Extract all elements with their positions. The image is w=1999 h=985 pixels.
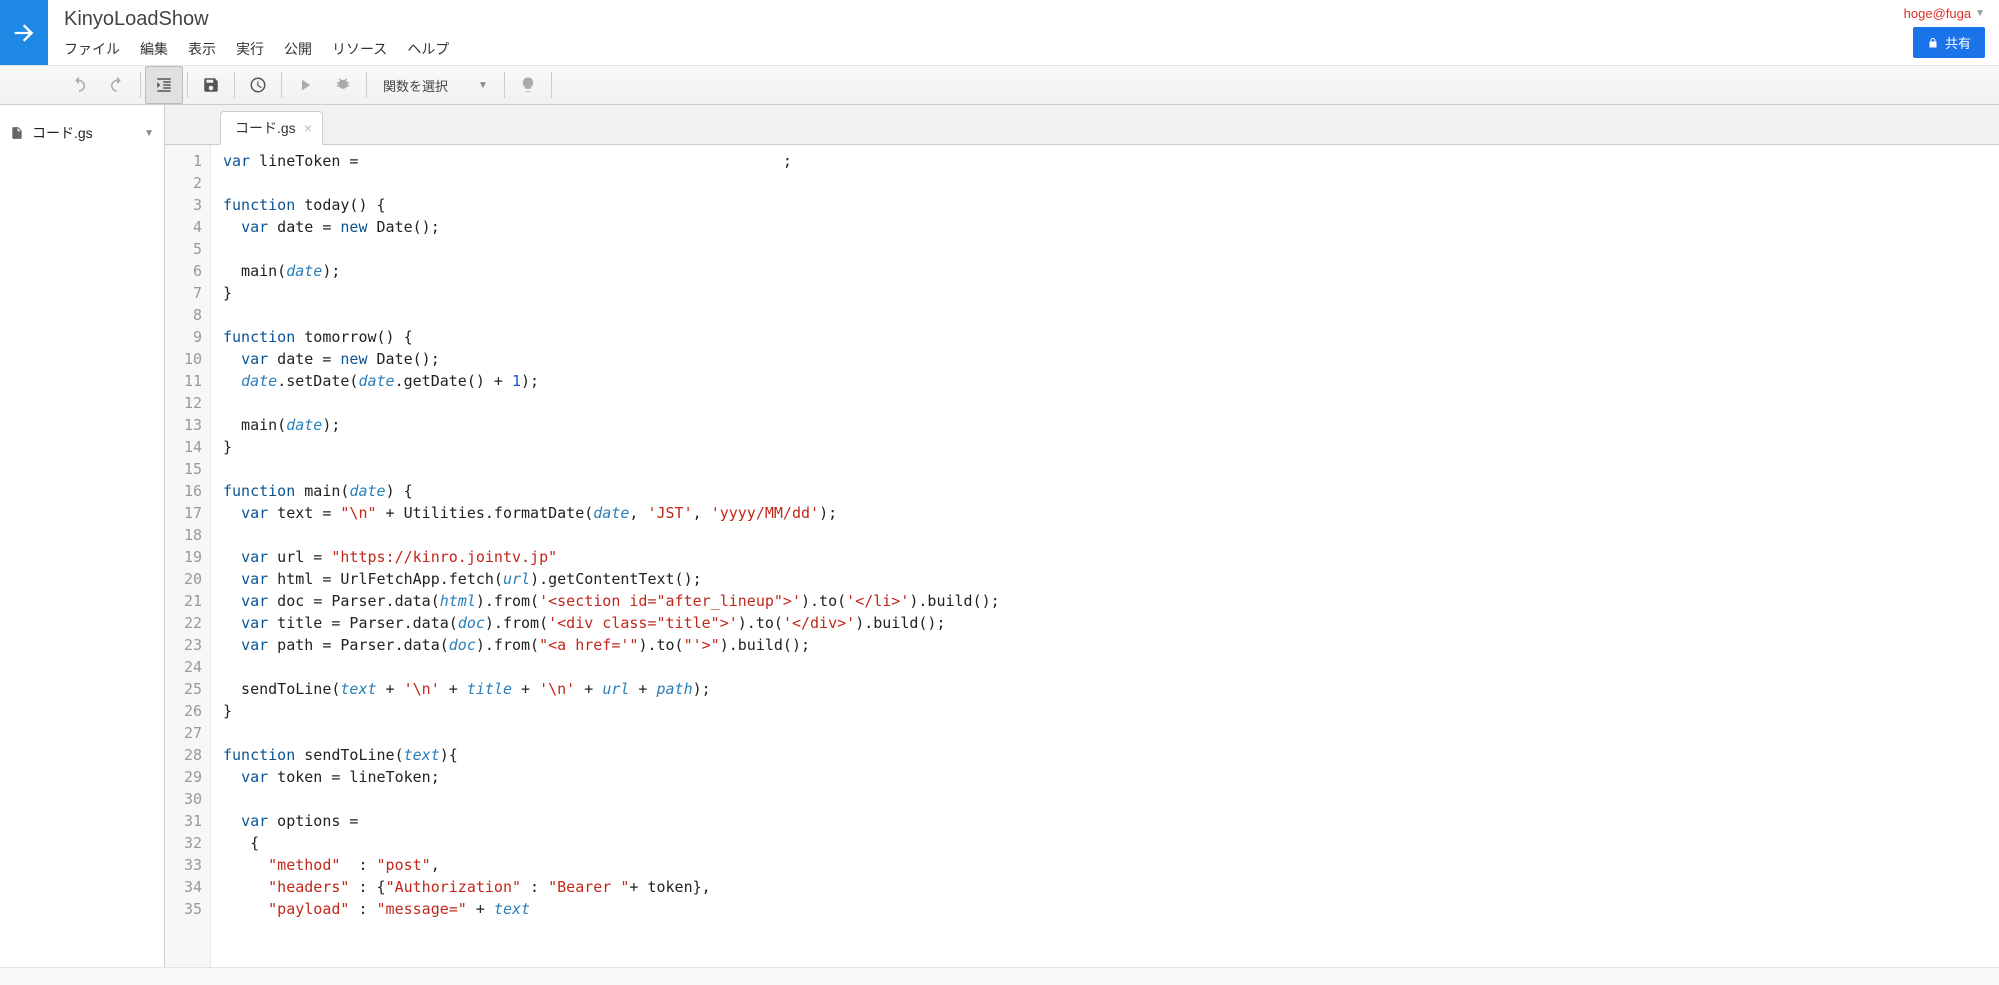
- triggers-button[interactable]: [239, 66, 277, 104]
- apps-script-logo[interactable]: [0, 0, 48, 65]
- code-editor[interactable]: 1234567891011121314151617181920212223242…: [165, 145, 1999, 967]
- clock-icon: [249, 76, 267, 94]
- debug-button[interactable]: [324, 66, 362, 104]
- redo-button[interactable]: [98, 66, 136, 104]
- file-name-label: コード.gs: [32, 123, 136, 143]
- app-header: KinyoLoadShow ファイル 編集 表示 実行 公開 リソース ヘルプ …: [0, 0, 1999, 65]
- caret-down-icon: ▼: [478, 80, 488, 91]
- editor-tab[interactable]: コード.gs ×: [220, 111, 323, 145]
- menu-edit[interactable]: 編集: [140, 39, 168, 59]
- indent-icon: [155, 76, 173, 94]
- code-content[interactable]: var lineToken = ; function today() { var…: [211, 145, 1999, 967]
- header-right: hoge@fuga ▼ 共有: [1904, 0, 1999, 58]
- tab-label: コード.gs: [235, 118, 296, 138]
- arrow-right-icon: [10, 19, 38, 47]
- sidebar-file-item[interactable]: コード.gs ▼: [0, 119, 164, 147]
- lock-icon: [1927, 37, 1939, 49]
- menu-view[interactable]: 表示: [188, 39, 216, 59]
- menu-run[interactable]: 実行: [236, 39, 264, 59]
- separator: [551, 72, 552, 98]
- separator: [234, 72, 235, 98]
- editor-wrap: コード.gs × 1234567891011121314151617181920…: [165, 105, 1999, 967]
- file-sidebar: コード.gs ▼: [0, 105, 165, 967]
- separator: [281, 72, 282, 98]
- body: コード.gs ▼ コード.gs × 1234567891011121314151…: [0, 105, 1999, 967]
- save-button[interactable]: [192, 66, 230, 104]
- bug-icon: [334, 76, 352, 94]
- share-button[interactable]: 共有: [1913, 27, 1985, 58]
- function-selector[interactable]: 関数を選択 ▼: [371, 66, 500, 104]
- user-account-menu[interactable]: hoge@fuga ▼: [1904, 6, 1985, 21]
- caret-down-icon: ▼: [1975, 8, 1985, 19]
- undo-icon: [70, 76, 88, 94]
- menu-file[interactable]: ファイル: [64, 39, 120, 59]
- user-email-label: hoge@fuga: [1904, 6, 1971, 21]
- redo-icon: [108, 76, 126, 94]
- line-number-gutter: 1234567891011121314151617181920212223242…: [165, 145, 211, 967]
- undo-button[interactable]: [60, 66, 98, 104]
- project-title[interactable]: KinyoLoadShow: [64, 8, 1904, 31]
- separator: [366, 72, 367, 98]
- file-icon: [10, 125, 24, 141]
- separator: [187, 72, 188, 98]
- menubar: ファイル 編集 表示 実行 公開 リソース ヘルプ: [64, 39, 1904, 59]
- function-selector-label: 関数を選択: [383, 76, 448, 95]
- menu-resources[interactable]: リソース: [332, 39, 387, 59]
- menu-help[interactable]: ヘルプ: [407, 39, 449, 59]
- header-main: KinyoLoadShow ファイル 編集 表示 実行 公開 リソース ヘルプ: [48, 0, 1904, 59]
- menu-publish[interactable]: 公開: [284, 39, 312, 59]
- status-bar: [0, 967, 1999, 985]
- separator: [504, 72, 505, 98]
- editor-tabbar: コード.gs ×: [165, 105, 1999, 145]
- play-icon: [296, 76, 314, 94]
- run-button[interactable]: [286, 66, 324, 104]
- hints-button[interactable]: [509, 66, 547, 104]
- share-label: 共有: [1945, 33, 1971, 52]
- toolbar: 関数を選択 ▼: [0, 65, 1999, 105]
- close-icon[interactable]: ×: [304, 120, 312, 136]
- caret-down-icon[interactable]: ▼: [144, 128, 154, 139]
- indent-button[interactable]: [145, 66, 183, 104]
- separator: [140, 72, 141, 98]
- save-icon: [202, 76, 220, 94]
- lightbulb-icon: [519, 76, 537, 94]
